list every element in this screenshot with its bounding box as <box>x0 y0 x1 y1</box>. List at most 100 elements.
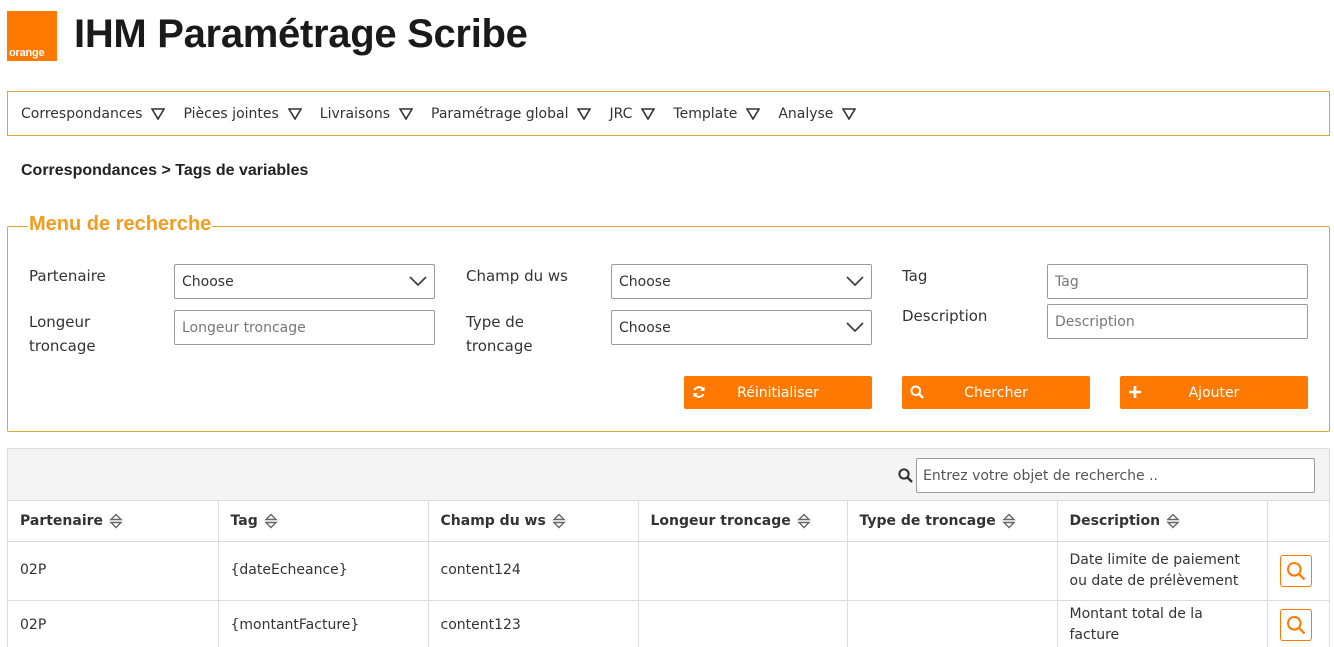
longueur-label-line1: Longeur <box>29 313 91 331</box>
select-value: Choose <box>619 273 671 290</box>
search-button-label: Chercher <box>964 384 1028 401</box>
search-icon <box>898 468 913 483</box>
results-table-panel: Entrez votre objet de recherche .. Parte… <box>7 448 1330 647</box>
table-row: 02P {montantFacture} content123 Montant … <box>8 600 1329 647</box>
nav-label: Paramétrage global <box>431 105 569 122</box>
column-header-type-troncage[interactable]: Type de troncage <box>847 501 1058 542</box>
table-toolbar: Entrez votre objet de recherche .. <box>8 449 1329 501</box>
cell-longueur-troncage <box>638 541 848 601</box>
add-button-label: Ajouter <box>1188 384 1240 401</box>
view-row-button[interactable] <box>1279 554 1312 587</box>
main-nav: Correspondances Pièces jointes Livraison… <box>7 91 1330 136</box>
cell-champ-ws: content124 <box>428 541 639 601</box>
search-panel: Menu de recherche Partenaire Choose Long… <box>7 213 1330 432</box>
nav-livraisons[interactable]: Livraisons <box>319 105 414 122</box>
search-panel-title: Menu de recherche <box>28 213 213 236</box>
select-value: Choose <box>182 273 234 290</box>
cell-actions <box>1267 541 1329 601</box>
longueur-label-line2: troncage <box>29 337 96 355</box>
nav-pieces-jointes[interactable]: Pièces jointes <box>183 105 302 122</box>
description-input[interactable]: Description <box>1047 304 1308 339</box>
reset-button[interactable]: Réinitialiser <box>684 376 872 409</box>
nav-label: JRC <box>609 105 633 122</box>
type-troncage-label: Type de troncage <box>466 310 533 358</box>
tag-label: Tag <box>902 267 928 285</box>
sort-icon <box>1166 513 1180 529</box>
tag-input[interactable]: Tag <box>1047 264 1308 299</box>
breadcrumb: Correspondances > Tags de variables <box>21 162 309 179</box>
nav-analyse[interactable]: Analyse <box>778 105 857 122</box>
column-header-label: Type de troncage <box>859 512 996 529</box>
nav-correspondances[interactable]: Correspondances <box>21 105 166 122</box>
cell-actions <box>1267 600 1329 647</box>
nav-label: Pièces jointes <box>183 105 279 122</box>
nav-template[interactable]: Template <box>673 105 761 122</box>
champ-ws-label: Champ du ws <box>466 267 568 285</box>
table-search-input[interactable]: Entrez votre objet de recherche .. <box>916 458 1315 493</box>
reset-button-label: Réinitialiser <box>737 384 819 401</box>
type-troncage-label-line2: troncage <box>466 337 533 355</box>
triangle-down-icon <box>399 107 414 120</box>
table-row: 02P {dateEcheance} content124 Date limit… <box>8 541 1329 601</box>
cell-partenaire: 02P <box>8 541 219 601</box>
longueur-input[interactable]: Longeur troncage <box>174 310 435 345</box>
partenaire-label: Partenaire <box>29 267 106 285</box>
search-icon <box>910 385 924 399</box>
chevron-down-icon <box>846 322 864 333</box>
nav-label: Template <box>673 105 738 122</box>
type-troncage-select[interactable]: Choose <box>611 310 872 345</box>
cell-tag: {montantFacture} <box>218 600 429 647</box>
sort-icon <box>109 513 123 529</box>
sort-icon <box>552 513 566 529</box>
view-row-button[interactable] <box>1279 609 1312 641</box>
nav-jrc[interactable]: JRC <box>609 105 656 122</box>
column-header-description[interactable]: Description <box>1057 501 1268 542</box>
column-header-label: Partenaire <box>20 512 104 529</box>
triangle-down-icon <box>577 107 592 120</box>
cell-partenaire: 02P <box>8 600 219 647</box>
refresh-icon <box>693 386 705 398</box>
triangle-down-icon <box>287 107 302 120</box>
add-button[interactable]: Ajouter <box>1120 376 1308 409</box>
sort-icon <box>264 513 278 529</box>
app-title: IHM Paramétrage Scribe <box>74 12 528 56</box>
champ-ws-select[interactable]: Choose <box>611 264 872 299</box>
column-header-champ-ws[interactable]: Champ du ws <box>428 501 639 542</box>
magnifier-icon <box>1286 616 1305 635</box>
column-header-label: Description <box>1069 512 1161 529</box>
cell-description: Date limite de paiement ou date de prélè… <box>1057 541 1268 601</box>
cell-type-troncage <box>847 541 1058 601</box>
nav-parametrage-global[interactable]: Paramétrage global <box>431 105 592 122</box>
nav-label: Correspondances <box>21 105 143 122</box>
column-header-tag[interactable]: Tag <box>218 501 429 542</box>
results-table: Partenaire Tag Champ du ws Longeur tronc… <box>8 501 1329 647</box>
column-header-actions <box>1267 501 1329 542</box>
chevron-down-icon <box>409 276 427 287</box>
partenaire-select[interactable]: Choose <box>174 264 435 299</box>
triangle-down-icon <box>151 107 166 120</box>
logo-text: orange <box>9 47 45 59</box>
cell-longueur-troncage <box>638 600 848 647</box>
triangle-down-icon <box>641 107 656 120</box>
cell-description: Montant total de la facture <box>1057 600 1268 647</box>
orange-logo: orange <box>7 11 57 61</box>
column-header-label: Tag <box>230 512 258 529</box>
search-button[interactable]: Chercher <box>902 376 1090 409</box>
column-header-longueur-troncage[interactable]: Longeur troncage <box>638 501 848 542</box>
magnifier-icon <box>1286 561 1305 580</box>
column-header-partenaire[interactable]: Partenaire <box>8 501 219 542</box>
table-header-row: Partenaire Tag Champ du ws Longeur tronc… <box>8 501 1329 542</box>
type-troncage-label-line1: Type de <box>466 313 524 331</box>
plus-icon <box>1129 386 1141 398</box>
longueur-label: Longeur troncage <box>29 310 96 358</box>
nav-label: Livraisons <box>319 105 391 122</box>
sort-icon <box>797 513 811 529</box>
description-label: Description <box>902 307 988 325</box>
triangle-down-icon <box>746 107 761 120</box>
column-header-label: Champ du ws <box>440 512 546 529</box>
triangle-down-icon <box>842 107 857 120</box>
cell-tag: {dateEcheance} <box>218 541 429 601</box>
sort-icon <box>1002 513 1016 529</box>
column-header-label: Longeur troncage <box>650 512 791 529</box>
nav-label: Analyse <box>778 105 834 122</box>
